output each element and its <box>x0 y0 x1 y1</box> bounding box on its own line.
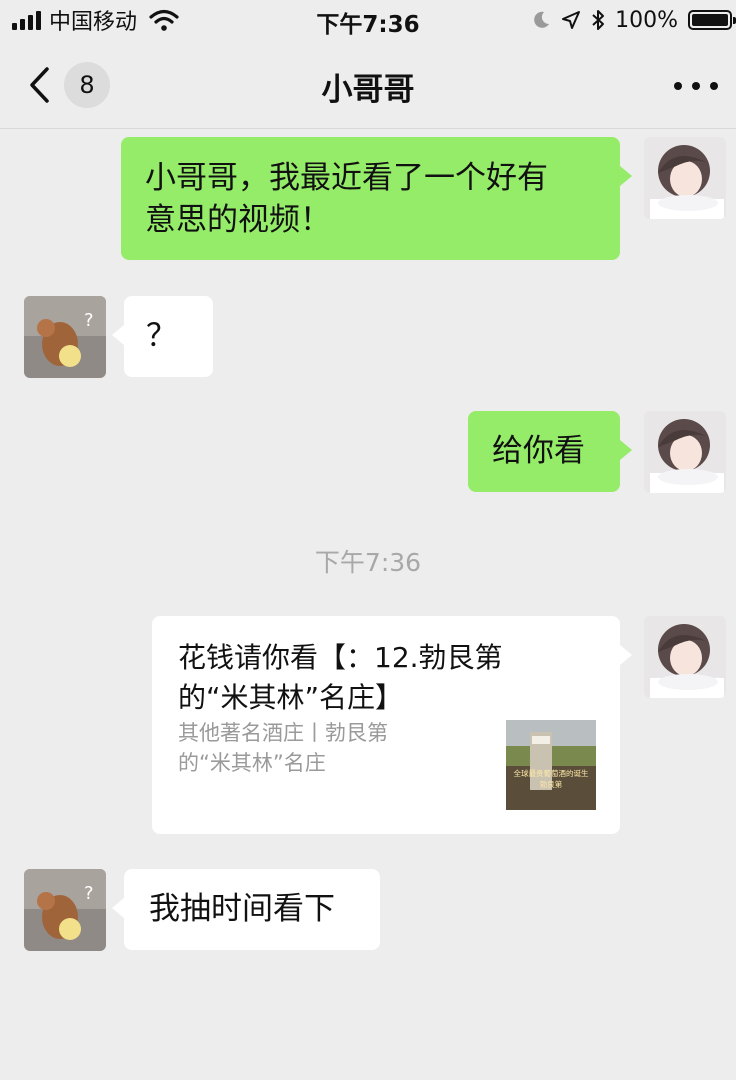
my-avatar[interactable] <box>644 137 726 219</box>
vineyard-thumbnail-image: 全球最贵葡萄酒的诞生 勃艮第 <box>506 720 596 810</box>
message-text: 小哥哥，我最近看了一个好有 意思的视频！ <box>145 160 548 238</box>
message-bubble[interactable]: 我抽时间看下 <box>124 869 380 950</box>
message-text: 给你看 <box>492 433 585 469</box>
message-text: 我抽时间看下 <box>149 891 335 927</box>
battery-percent: 100% <box>615 7 678 33</box>
message-bubble[interactable]: 小哥哥，我最近看了一个好有 意思的视频！ <box>121 137 620 260</box>
chat-title: 小哥哥 <box>321 72 415 108</box>
girl-avatar-image <box>644 616 726 698</box>
chat-timestamp: 下午7:36 <box>314 548 422 577</box>
svg-text:全球最贵葡萄酒的诞生: 全球最贵葡萄酒的诞生 <box>514 768 589 778</box>
message-bubble[interactable]: 给你看 <box>468 411 620 492</box>
girl-avatar-image <box>644 137 726 219</box>
link-card[interactable]: 花钱请你看【：12.勃艮第 的“米其林”名庄】 其他著名酒庄丨勃艮第 的“米其林… <box>152 616 620 834</box>
status-bar-right: 100% <box>531 6 736 34</box>
link-thumbnail: 全球最贵葡萄酒的诞生 勃艮第 <box>506 720 596 810</box>
mouse-avatar-image: ? <box>24 296 106 378</box>
svg-text:?: ? <box>84 310 94 331</box>
my-avatar[interactable] <box>644 411 726 493</box>
message-text: ？ <box>146 318 177 354</box>
link-description: 其他著名酒庄丨勃艮第 的“米其林”名庄 <box>178 721 388 775</box>
friend-avatar[interactable]: ? <box>24 296 106 378</box>
mouse-avatar-image: ? <box>24 869 106 951</box>
battery-icon <box>688 10 736 30</box>
girl-avatar-image <box>644 411 726 493</box>
bluetooth-icon <box>592 10 605 30</box>
location-arrow-icon <box>562 11 581 29</box>
moon-icon <box>534 11 550 28</box>
my-avatar[interactable] <box>644 616 726 698</box>
more-options-button[interactable] <box>674 74 718 98</box>
svg-text:?: ? <box>84 883 94 904</box>
friend-avatar[interactable]: ? <box>24 869 106 951</box>
ellipsis-icon <box>674 82 682 90</box>
chat-header: 8 小哥哥 <box>0 40 736 129</box>
link-title: 花钱请你看【：12.勃艮第 的“米其林”名庄】 <box>178 641 503 714</box>
svg-text:勃艮第: 勃艮第 <box>540 779 563 789</box>
message-bubble[interactable]: ？ <box>124 296 213 377</box>
status-bar: 中国移动 下午7:36 100% <box>0 0 736 40</box>
